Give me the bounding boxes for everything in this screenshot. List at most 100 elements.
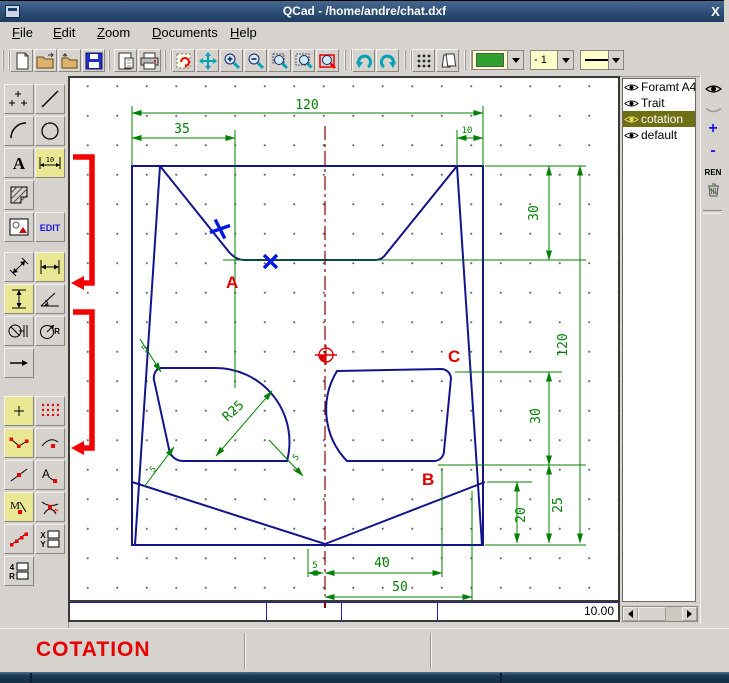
zoom-out-icon <box>247 52 265 70</box>
remove-layer-button[interactable]: - <box>701 142 725 160</box>
snap-entity-button[interactable] <box>35 428 65 458</box>
layer-row-trait[interactable]: Trait <box>623 95 695 111</box>
dim-eye-bottom: 25 <box>551 497 566 513</box>
bracket-arrow-2 <box>73 312 92 448</box>
printer-icon <box>140 52 159 70</box>
status-bar: COTATION <box>0 628 729 673</box>
status-message: COTATION <box>36 638 151 662</box>
add-layer-button[interactable]: + <box>701 120 725 138</box>
dimension-tool-icon: 10 <box>38 153 62 173</box>
color-combo[interactable] <box>472 50 524 70</box>
import-file-button[interactable] <box>58 49 81 72</box>
trash-icon <box>706 182 721 197</box>
snap-auto-button[interactable]: A <box>35 460 65 490</box>
undo-button[interactable] <box>352 49 375 72</box>
dim-vertical-icon <box>11 288 27 310</box>
menu-documents[interactable]: Documents <box>152 25 218 40</box>
drawing-canvas[interactable]: 120 35 10 30 120 30 25 20 5 40 50 R25 5 … <box>68 76 620 602</box>
snap-endpoint-button[interactable] <box>4 428 34 458</box>
width-combo-arrow[interactable] <box>557 51 573 69</box>
zoom-auto-button[interactable] <box>316 49 339 72</box>
menu-zoom[interactable]: Zoom <box>97 25 130 40</box>
color-combo-arrow[interactable] <box>507 51 523 69</box>
arc-tool-icon <box>9 121 29 141</box>
desktop-taskbar-edge <box>0 672 729 683</box>
taskbar-notch <box>500 673 502 682</box>
edit-tool-button[interactable]: EDIT <box>35 212 65 242</box>
window-icon[interactable] <box>5 5 20 18</box>
snap-intersection-button[interactable] <box>35 492 65 522</box>
dim-apex-offset: 5 <box>312 561 317 571</box>
x-marker-2 <box>264 255 277 268</box>
snap-grid-button[interactable] <box>35 396 65 426</box>
snap-distance-button[interactable] <box>4 524 34 554</box>
width-combo[interactable]: - 1 <box>530 50 574 70</box>
toolbar-handle[interactable] <box>2 50 10 71</box>
snap-relative-button[interactable]: 4R <box>4 556 34 586</box>
taskbar-notch <box>30 673 32 682</box>
layer-list-button[interactable] <box>436 49 459 72</box>
rename-layer-button[interactable]: REN <box>701 168 725 177</box>
snap-free-button[interactable] <box>4 396 34 426</box>
eye-icon <box>705 83 722 95</box>
linetype-combo[interactable] <box>580 50 624 70</box>
dim-vertical-button[interactable] <box>4 284 34 314</box>
svg-text:Y: Y <box>40 540 46 549</box>
redo-button[interactable] <box>376 49 399 72</box>
snap-middle-button[interactable] <box>4 460 34 490</box>
open-file-button[interactable] <box>34 49 57 72</box>
print-button[interactable] <box>138 49 161 72</box>
circle-tool-button[interactable] <box>35 116 65 146</box>
dim-radius-button[interactable]: R <box>35 316 65 346</box>
pan-button[interactable] <box>196 49 219 72</box>
linetype-combo-arrow[interactable] <box>608 51 623 69</box>
redraw-button[interactable] <box>172 49 195 72</box>
toolbar-separator <box>404 50 412 71</box>
dim-ear-offset: 35 <box>174 122 190 137</box>
zoom-window-button[interactable] <box>268 49 291 72</box>
layer-row-cotation[interactable]: cotation <box>623 111 695 127</box>
coord-xy-icon: XY <box>39 529 61 549</box>
solid-line-icon <box>585 59 608 61</box>
menu-edit[interactable]: Edit <box>53 25 75 40</box>
dim-angular-button[interactable] <box>35 284 65 314</box>
dimension-tool-button[interactable]: 10 <box>35 148 65 178</box>
arc-tool-button[interactable] <box>4 116 34 146</box>
hatch-tool-button[interactable] <box>4 180 34 210</box>
close-button[interactable]: X <box>707 3 724 20</box>
save-file-button[interactable] <box>82 49 105 72</box>
layer-row-format[interactable]: Foramt A4 <box>623 79 695 95</box>
point-tool-button[interactable] <box>4 84 34 114</box>
layer-row-default[interactable]: default <box>623 127 695 143</box>
undo-icon <box>355 53 373 69</box>
image-tool-button[interactable] <box>4 212 34 242</box>
snap-middle-icon <box>9 466 29 484</box>
dim-leader-button[interactable] <box>4 348 34 378</box>
arrowhead-1 <box>71 276 84 290</box>
new-file-button[interactable] <box>10 49 33 72</box>
ruler-tick <box>341 602 342 620</box>
zoom-select-button[interactable] <box>292 49 315 72</box>
text-tool-button[interactable]: A <box>4 148 34 178</box>
layers-icon <box>439 52 457 70</box>
print-preview-button[interactable] <box>114 49 137 72</box>
dim-diameter-button[interactable] <box>4 316 34 346</box>
layer-list-hscrollbar[interactable] <box>622 606 698 622</box>
scrollbar-thumb[interactable] <box>638 607 666 621</box>
snap-xy-button[interactable]: XY <box>35 524 65 554</box>
zoom-out-button[interactable] <box>244 49 267 72</box>
grid-toggle-button[interactable] <box>412 49 435 72</box>
dim-aligned-button[interactable] <box>4 252 34 282</box>
layer-visibility-button[interactable] <box>701 82 725 100</box>
delete-layer-button[interactable] <box>701 182 725 202</box>
snap-middle-manual-button[interactable]: M <box>4 492 34 522</box>
scroll-right-button[interactable] <box>682 607 697 621</box>
dim-horizontal-button[interactable] <box>35 252 65 282</box>
menu-file[interactable]: File <box>12 25 33 40</box>
line-tool-button[interactable] <box>35 84 65 114</box>
zoom-in-button[interactable] <box>220 49 243 72</box>
menu-help[interactable]: Help <box>230 25 257 40</box>
width-value: - 1 <box>531 54 557 66</box>
scroll-left-button[interactable] <box>623 607 638 621</box>
window-border <box>724 0 729 683</box>
